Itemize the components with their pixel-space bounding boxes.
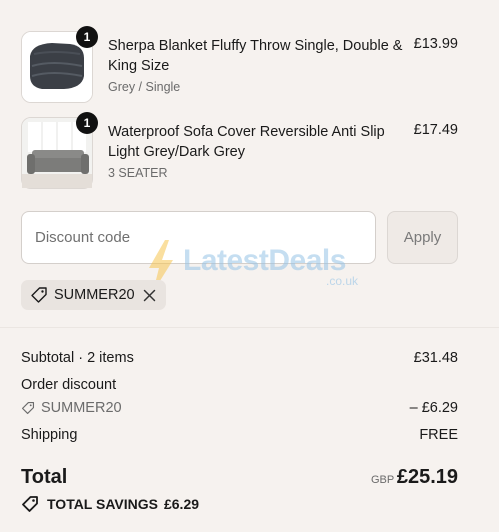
product-title: Sherpa Blanket Fluffy Throw Single, Doub…	[108, 38, 403, 74]
currency-code: GBP	[371, 474, 395, 486]
product-variant: 3 SEATER	[108, 166, 168, 180]
shipping-row: Shipping FREE	[21, 427, 458, 443]
order-discount-row: Order discount	[21, 377, 458, 393]
product-thumbnail: 1	[21, 26, 98, 103]
applied-discount-chip: SUMMER20	[21, 280, 166, 310]
subtotal-row: Subtotal · 2 items £31.48	[21, 350, 458, 366]
product-thumbnail: 1	[21, 112, 98, 189]
savings-value: £6.29	[163, 496, 200, 512]
cart-item: 1 Waterproof Sofa Cover Reversible Anti …	[21, 112, 458, 189]
product-price: £17.49	[413, 122, 458, 138]
applied-code-label: SUMMER20	[54, 287, 135, 303]
shipping-value: FREE	[419, 427, 458, 443]
apply-discount-button[interactable]: Apply	[387, 211, 458, 264]
discount-code-row: SUMMER20 – £6.29	[21, 400, 458, 416]
quantity-badge: 1	[76, 112, 98, 134]
subtotal-label: Subtotal · 2 items	[21, 350, 134, 366]
total-savings: TOTAL SAVINGS £6.29	[21, 495, 199, 513]
discount-value: – £6.29	[409, 400, 458, 416]
discount-code-input[interactable]	[21, 211, 376, 264]
quantity-badge: 1	[76, 26, 98, 48]
discount-code-label: SUMMER20	[41, 400, 122, 416]
cart-item: 1 Sherpa Blanket Fluffy Throw Single, Do…	[21, 26, 458, 103]
order-discount-label: Order discount	[21, 377, 117, 393]
tag-icon	[21, 401, 35, 415]
total-label: Total	[21, 466, 68, 488]
shipping-label: Shipping	[21, 427, 78, 443]
tag-icon	[31, 287, 47, 303]
subtotal-value: £31.48	[413, 350, 458, 366]
watermark-subtext: .co.uk	[325, 274, 358, 288]
product-title: Waterproof Sofa Cover Reversible Anti Sl…	[108, 124, 385, 160]
section-divider	[0, 327, 499, 328]
remove-discount-close-icon[interactable]	[143, 289, 156, 302]
savings-label: TOTAL SAVINGS	[47, 496, 158, 512]
product-price: £13.99	[413, 36, 458, 52]
total-amount: £25.19	[396, 466, 458, 488]
product-variant: Grey / Single	[108, 80, 181, 94]
tag-icon	[22, 496, 38, 512]
